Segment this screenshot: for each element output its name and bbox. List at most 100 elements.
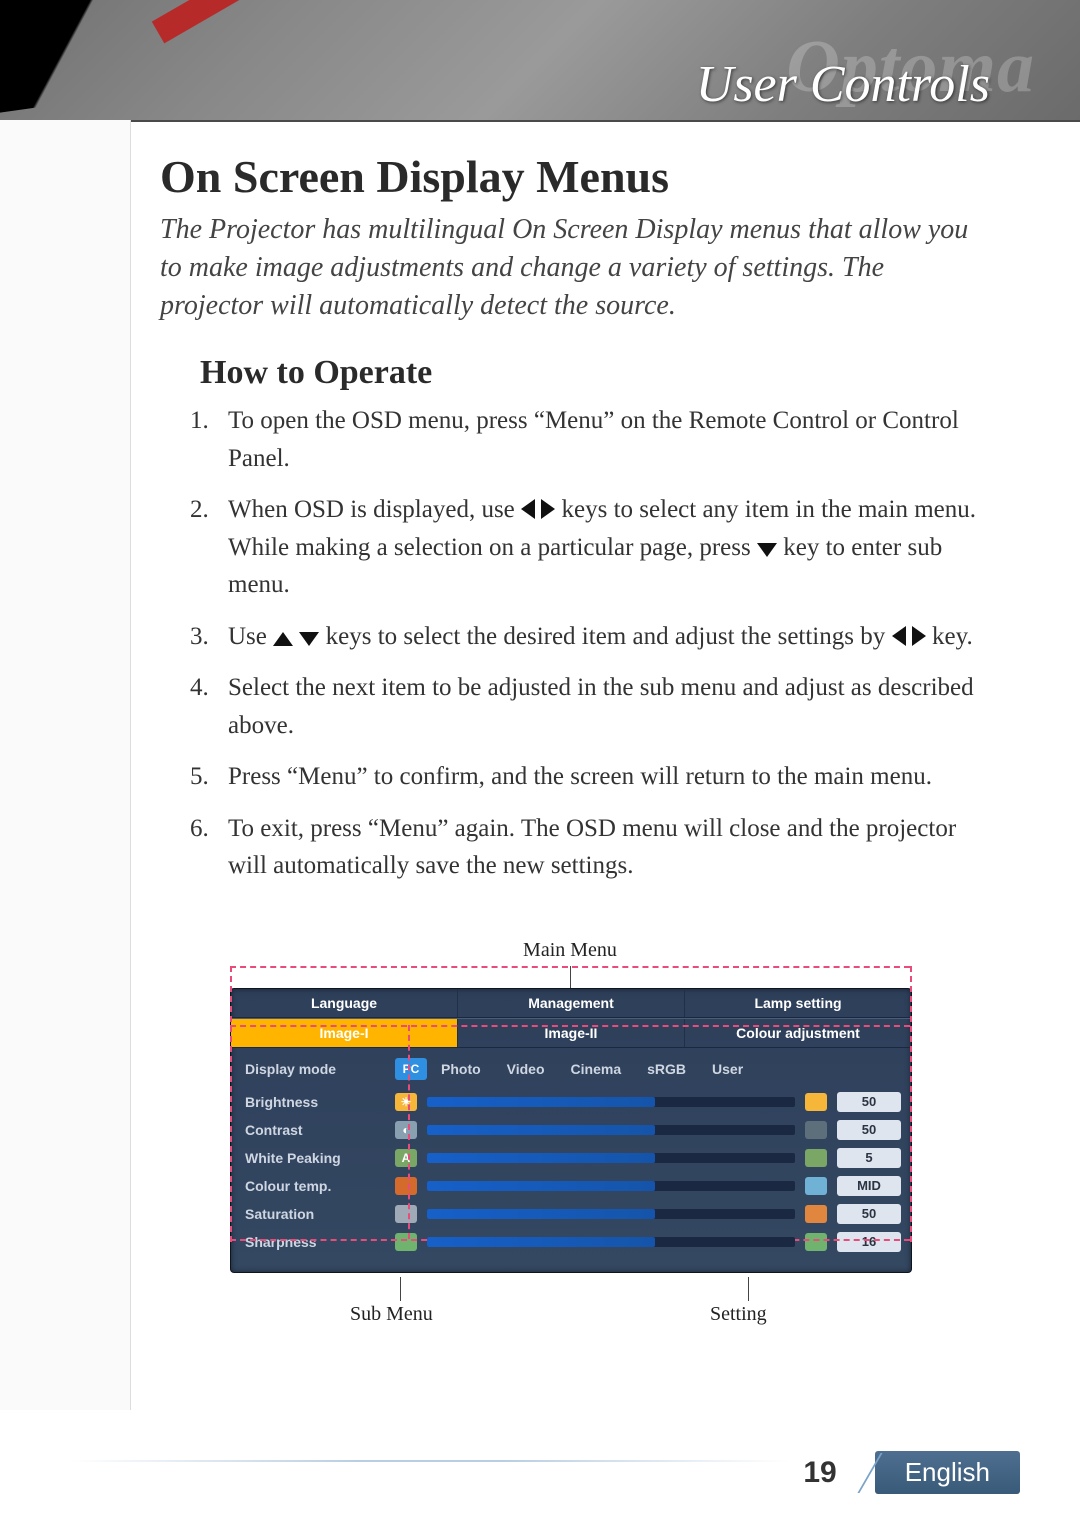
arrow-down-icon bbox=[299, 632, 319, 646]
setting-callout: Setting bbox=[710, 1303, 767, 1326]
step-text: keys to select the desired item and adju… bbox=[326, 623, 892, 650]
arrow-left-icon bbox=[892, 626, 906, 646]
main-menu-callout: Main Menu bbox=[230, 939, 910, 962]
mode-opt-video[interactable]: Video bbox=[507, 1061, 545, 1077]
step-text: key. bbox=[932, 623, 973, 650]
row-label: Display mode bbox=[245, 1061, 395, 1077]
step-1: To open the OSD menu, press “Menu” on th… bbox=[180, 402, 980, 491]
sun-icon bbox=[805, 1093, 827, 1111]
tab-image-1[interactable]: Image-I bbox=[231, 1019, 458, 1047]
value-box: 50 bbox=[837, 1120, 901, 1140]
row-display-mode[interactable]: Display mode PC Photo Video Cinema sRGB … bbox=[245, 1058, 901, 1080]
step-2: When OSD is displayed, use keys to selec… bbox=[180, 491, 980, 618]
row-brightness[interactable]: Brightness ☀ 50 bbox=[245, 1088, 901, 1116]
tab-row-2: Image-I Image-II Colour adjustment bbox=[231, 1018, 911, 1048]
callout-line bbox=[400, 1277, 401, 1301]
colour-temp-icon bbox=[395, 1177, 417, 1195]
white-peaking-icon bbox=[805, 1149, 827, 1167]
step-text: To open the OSD menu, press “Menu” on th… bbox=[228, 407, 959, 472]
slider-track[interactable] bbox=[427, 1153, 795, 1163]
row-sharpness[interactable]: Sharpness 16 bbox=[245, 1228, 901, 1256]
tab-image-2[interactable]: Image-II bbox=[458, 1019, 685, 1047]
left-margin-rail bbox=[0, 120, 131, 1410]
osd-panel: Language Management Lamp setting Image-I… bbox=[230, 988, 912, 1273]
row-colour-temp[interactable]: Colour temp. MID bbox=[245, 1172, 901, 1200]
value-box: 5 bbox=[837, 1148, 901, 1168]
dashed-guide bbox=[408, 1025, 410, 1239]
main-menu-callout-line bbox=[570, 966, 571, 988]
footer-rule bbox=[70, 1460, 790, 1462]
arrow-down-icon bbox=[757, 543, 777, 557]
slider-fill bbox=[427, 1125, 655, 1135]
step-4: Select the next item to be adjusted in t… bbox=[180, 669, 980, 758]
contrast-icon bbox=[805, 1121, 827, 1139]
step-text: Press “Menu” to confirm, and the screen … bbox=[228, 763, 932, 790]
mode-opt-srgb[interactable]: sRGB bbox=[647, 1061, 686, 1077]
saturation-icon bbox=[395, 1205, 417, 1223]
steps-list: To open the OSD menu, press “Menu” on th… bbox=[180, 402, 980, 899]
sun-icon: ☀ bbox=[395, 1093, 417, 1111]
step-5: Press “Menu” to confirm, and the screen … bbox=[180, 758, 980, 810]
value-box: 16 bbox=[837, 1232, 901, 1252]
page-footer: 19 English bbox=[803, 1451, 1020, 1494]
step-text: Select the next item to be adjusted in t… bbox=[228, 674, 974, 739]
page-number: 19 bbox=[803, 1456, 836, 1490]
chapter-title: User Controls bbox=[696, 55, 990, 114]
row-white-peaking[interactable]: White Peaking A 5 bbox=[245, 1144, 901, 1172]
arrow-right-icon bbox=[541, 499, 555, 519]
step-6: To exit, press “Menu” again. The OSD men… bbox=[180, 810, 980, 899]
step-text: To exit, press “Menu” again. The OSD men… bbox=[228, 815, 956, 880]
section-heading: How to Operate bbox=[200, 354, 980, 392]
row-label: Colour temp. bbox=[245, 1178, 395, 1194]
saturation-icon bbox=[805, 1205, 827, 1223]
slider-fill bbox=[427, 1097, 655, 1107]
row-saturation[interactable]: Saturation 50 bbox=[245, 1200, 901, 1228]
row-label: Contrast bbox=[245, 1122, 395, 1138]
mode-opt-user[interactable]: User bbox=[712, 1061, 743, 1077]
slider-track[interactable] bbox=[427, 1237, 795, 1247]
slider-fill bbox=[427, 1181, 655, 1191]
slider-fill bbox=[427, 1237, 655, 1247]
page-header: Optoma User Controls bbox=[0, 0, 1080, 122]
tab-lamp-setting[interactable]: Lamp setting bbox=[685, 989, 911, 1017]
slider-track[interactable] bbox=[427, 1209, 795, 1219]
tab-language[interactable]: Language bbox=[231, 989, 458, 1017]
slider-fill bbox=[427, 1153, 655, 1163]
arrow-left-icon bbox=[521, 499, 535, 519]
tab-colour-adjustment[interactable]: Colour adjustment bbox=[685, 1019, 911, 1047]
row-label: Brightness bbox=[245, 1094, 395, 1110]
dashed-guide bbox=[230, 966, 232, 1242]
lead-paragraph: The Projector has multilingual On Screen… bbox=[160, 211, 980, 324]
slider-track[interactable] bbox=[427, 1097, 795, 1107]
mode-chip-pc[interactable]: PC bbox=[395, 1058, 427, 1080]
slider-track[interactable] bbox=[427, 1125, 795, 1135]
footer-slash-icon bbox=[843, 1453, 869, 1493]
tab-row-1: Language Management Lamp setting bbox=[231, 989, 911, 1018]
mode-opt-photo[interactable]: Photo bbox=[441, 1061, 481, 1077]
osd-figure: Main Menu Language Management Lamp setti… bbox=[230, 939, 910, 1337]
arrow-up-icon bbox=[273, 632, 293, 646]
osd-callouts: Sub Menu Setting bbox=[230, 1277, 910, 1337]
dashed-guide bbox=[910, 966, 912, 1242]
slider-fill bbox=[427, 1209, 655, 1219]
dashed-guide bbox=[230, 1025, 910, 1027]
colour-temp-icon bbox=[805, 1177, 827, 1195]
dashed-guide bbox=[230, 966, 910, 968]
slider-track[interactable] bbox=[427, 1181, 795, 1191]
value-box: MID bbox=[837, 1176, 901, 1196]
step-text: Use bbox=[228, 623, 273, 650]
row-label: White Peaking bbox=[245, 1150, 395, 1166]
row-label: Saturation bbox=[245, 1206, 395, 1222]
page-title: On Screen Display Menus bbox=[160, 150, 980, 203]
arrow-right-icon bbox=[912, 626, 926, 646]
red-accent-stripe bbox=[152, 0, 268, 43]
language-badge: English bbox=[875, 1451, 1020, 1494]
white-peaking-icon: A bbox=[395, 1149, 417, 1167]
row-contrast[interactable]: Contrast ◐ 50 bbox=[245, 1116, 901, 1144]
sharpness-icon bbox=[805, 1233, 827, 1251]
step-text: When OSD is displayed, use bbox=[228, 496, 521, 523]
mode-opt-cinema[interactable]: Cinema bbox=[571, 1061, 622, 1077]
tab-management[interactable]: Management bbox=[458, 989, 685, 1017]
step-3: Use keys to select the desired item and … bbox=[180, 618, 980, 670]
value-box: 50 bbox=[837, 1092, 901, 1112]
